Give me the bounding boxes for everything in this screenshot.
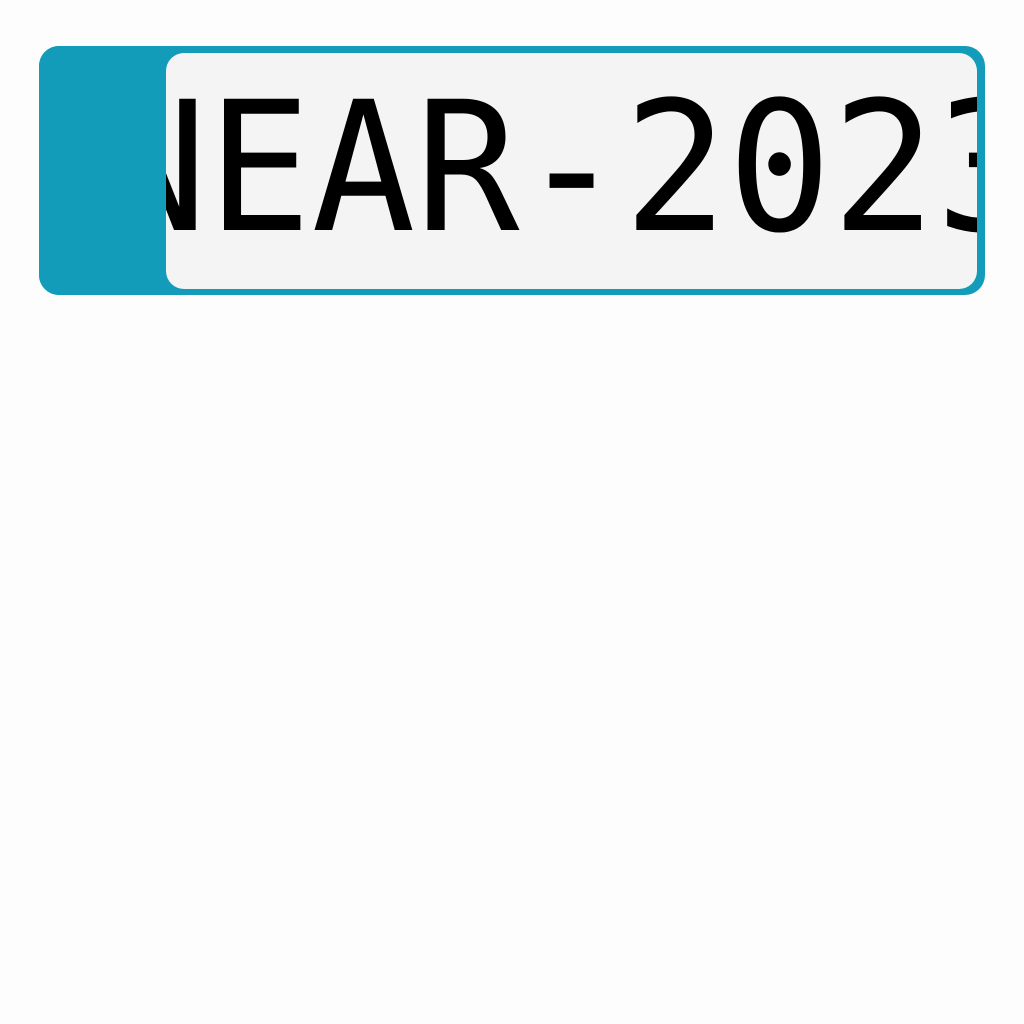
plate-text-container: NEAR-2023 [166, 53, 977, 289]
license-plate: NEAR-2023 [39, 46, 985, 295]
plate-text: NEAR-2023 [166, 64, 977, 273]
plate-face: NEAR-2023 [166, 53, 977, 289]
